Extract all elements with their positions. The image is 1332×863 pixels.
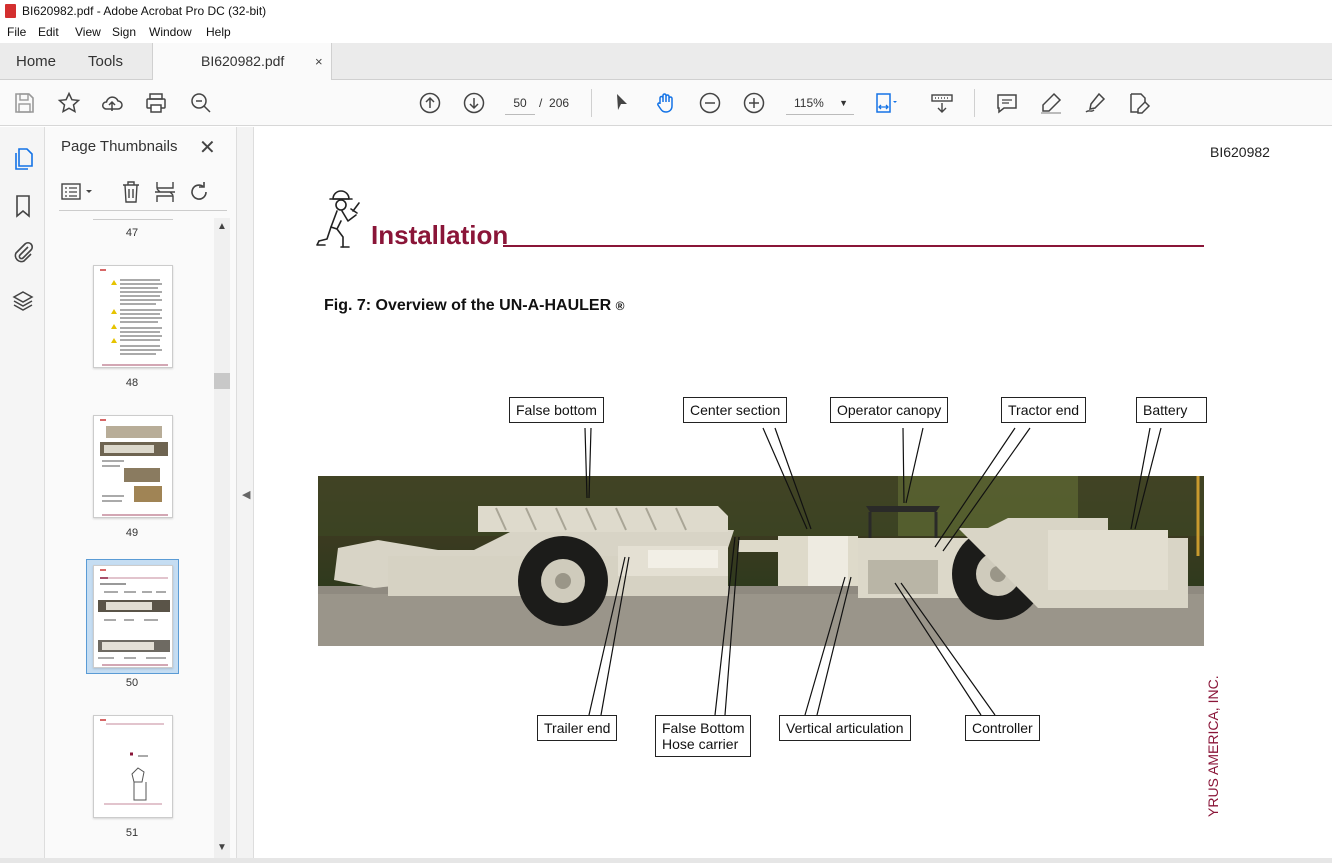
panel-title: Page Thumbnails (61, 138, 178, 155)
tab-tools[interactable]: Tools (88, 43, 123, 80)
print-icon[interactable] (144, 91, 168, 115)
tab-document[interactable]: BI620982.pdf × (152, 43, 332, 81)
star-icon[interactable] (57, 91, 81, 115)
sign-pen-icon[interactable] (1083, 91, 1107, 115)
page-number-input[interactable]: 50 (505, 91, 535, 115)
menu-sign[interactable]: Sign (112, 25, 136, 39)
tab-bar: Home Tools BI620982.pdf × (0, 43, 1332, 81)
scroll-mode-icon[interactable] (930, 91, 954, 115)
comment-icon[interactable] (995, 91, 1019, 115)
menu-bar: File Edit View Sign Window Help (0, 22, 1332, 43)
page-thumbnails-icon[interactable] (11, 147, 35, 171)
zoom-level-value: 115% (794, 96, 824, 110)
panel-toolbar (59, 175, 227, 211)
upload-cloud-icon[interactable] (100, 91, 124, 115)
delete-page-icon[interactable] (120, 180, 142, 204)
menu-file[interactable]: File (7, 25, 26, 39)
attachment-icon[interactable] (11, 240, 35, 264)
menu-edit[interactable]: Edit (38, 25, 59, 39)
save-icon[interactable] (12, 91, 36, 115)
thumbnail-number: 49 (125, 527, 139, 539)
extract-pages-icon[interactable] (154, 180, 176, 204)
page-total: / 206 (539, 91, 569, 115)
document-view[interactable]: BI620982 Installation Fig. 7: Overview o… (255, 127, 1332, 863)
toolbar: 50 / 206 115% ▼ (0, 80, 1332, 126)
title-bar: BI620982.pdf - Adobe Acrobat Pro DC (32-… (0, 0, 1332, 22)
thumbnail-scrollbar[interactable]: ▲ ▼ (214, 218, 230, 858)
tab-close-icon[interactable]: × (315, 43, 323, 80)
panel-collapse-bar[interactable]: ◀ (237, 127, 254, 863)
scroll-down-icon[interactable]: ▼ (217, 842, 227, 853)
highlight-pen-icon[interactable] (1039, 91, 1063, 115)
page-total-value: 206 (549, 96, 570, 110)
scroll-up-icon[interactable]: ▲ (217, 221, 227, 232)
menu-window[interactable]: Window (149, 25, 192, 39)
menu-help[interactable]: Help (206, 25, 231, 39)
thumbnail-number: 48 (125, 377, 139, 389)
toolbar-divider (974, 89, 975, 117)
menu-view[interactable]: View (75, 25, 101, 39)
thumbnail-edge (93, 219, 173, 220)
callout-leader-lines (584, 427, 1162, 716)
tab-document-label: BI620982.pdf (201, 53, 285, 69)
hand-tool-icon[interactable] (654, 91, 678, 115)
scrollbar-thumb[interactable] (214, 373, 230, 389)
zoom-in-icon[interactable] (742, 91, 766, 115)
page-up-icon[interactable] (418, 91, 442, 115)
thumbnail-page-51[interactable] (93, 715, 173, 818)
panel-close-icon[interactable]: ✕ (199, 135, 216, 160)
edit-pdf-icon[interactable] (1127, 91, 1151, 115)
bookmark-icon[interactable] (11, 194, 35, 218)
select-cursor-icon[interactable] (610, 91, 634, 115)
zoom-out-icon[interactable] (698, 91, 722, 115)
zoom-search-icon[interactable] (189, 91, 213, 115)
thumbnail-number: 50 (125, 677, 139, 689)
tab-home[interactable]: Home (16, 43, 56, 80)
collapse-panel-icon[interactable]: ◀ (242, 488, 250, 501)
toolbar-divider (591, 89, 592, 117)
window-bottom-edge (0, 858, 1332, 863)
thumbnail-number: 51 (125, 827, 139, 839)
page-thumbnails-panel: Page Thumbnails ✕ 47 48 49 50 51 (45, 127, 237, 863)
thumbnail-list: 47 48 49 50 51 (45, 219, 215, 863)
chevron-down-icon: ▼ (839, 98, 848, 108)
page-separator: / (539, 96, 543, 110)
thumbnail-options-icon[interactable] (61, 181, 92, 203)
page-down-icon[interactable] (462, 91, 486, 115)
pdf-app-icon (5, 4, 16, 18)
thumbnail-page-49[interactable] (93, 415, 173, 518)
thumbnail-number: 47 (125, 227, 139, 239)
rotate-page-icon[interactable] (188, 180, 210, 204)
window-title: BI620982.pdf - Adobe Acrobat Pro DC (32-… (22, 4, 267, 18)
thumbnail-page-48[interactable] (93, 265, 173, 368)
layers-icon[interactable] (11, 289, 35, 313)
zoom-level-select[interactable]: 115% ▼ (786, 91, 854, 115)
fit-page-icon[interactable] (874, 91, 898, 115)
thumbnail-page-50[interactable] (93, 565, 173, 668)
side-company-text: YRUS AMERICA, INC. (1205, 675, 1221, 817)
left-nav-rail (0, 127, 45, 863)
